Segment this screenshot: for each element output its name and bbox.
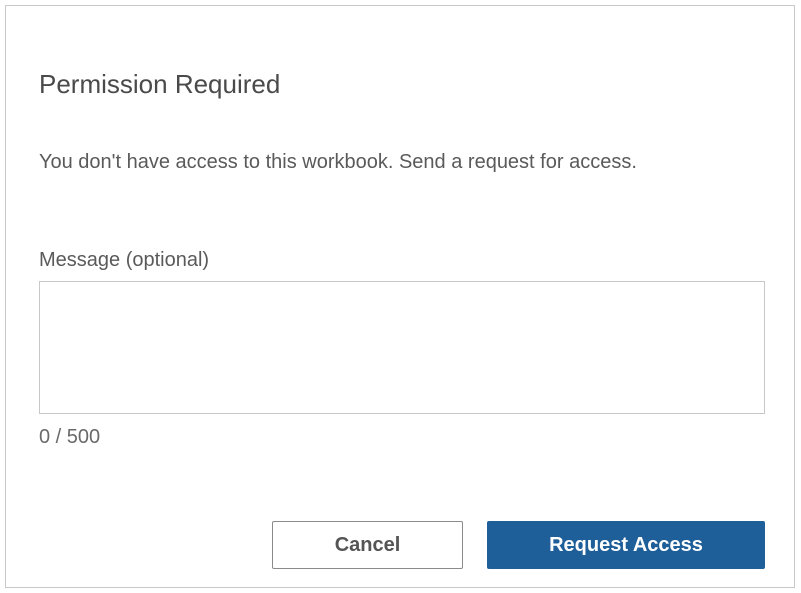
dialog-title: Permission Required [39, 69, 281, 99]
request-access-button[interactable]: Request Access [487, 521, 765, 569]
character-counter: 0 / 500 [39, 426, 101, 448]
cancel-button[interactable]: Cancel [272, 521, 463, 569]
message-label: Message (optional) [39, 249, 210, 271]
message-input[interactable] [39, 281, 765, 414]
permission-dialog: Permission Required You don't have acces… [5, 5, 795, 588]
dialog-description: You don't have access to this workbook. … [39, 151, 637, 173]
